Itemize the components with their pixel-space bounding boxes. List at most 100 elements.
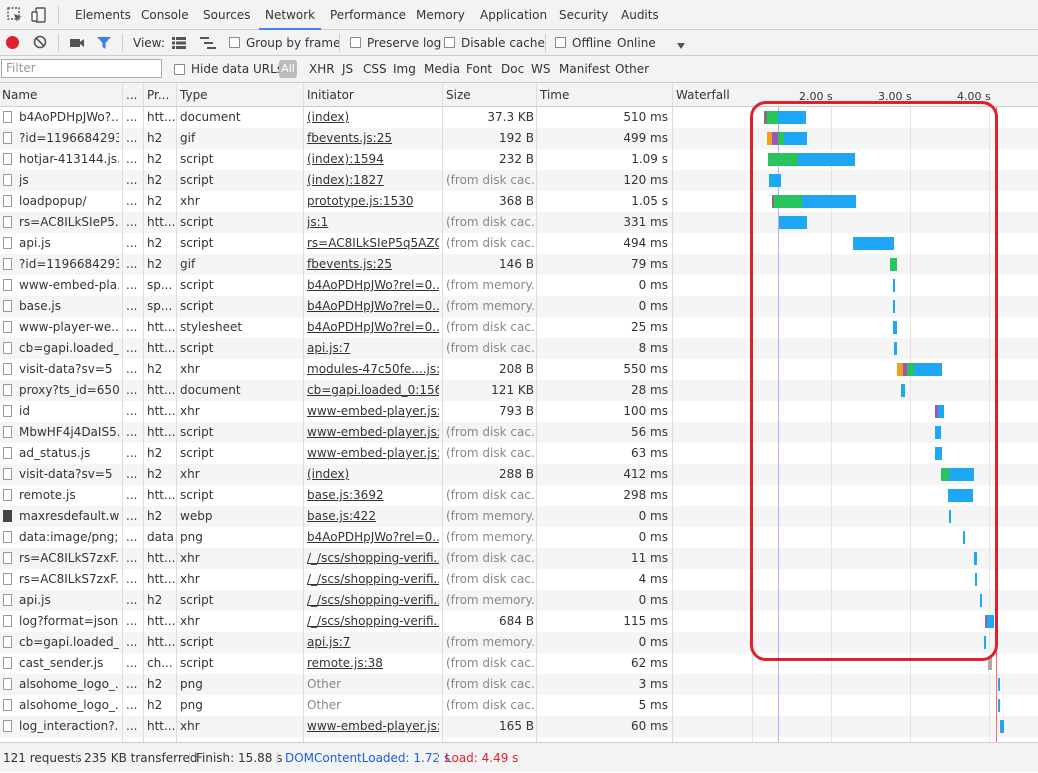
request-initiator[interactable]: b4AoPDHpJWo?rel=0... bbox=[307, 317, 439, 338]
request-initiator[interactable]: /_/scs/shopping-verifi... bbox=[307, 611, 439, 632]
request-initiator[interactable]: js:1 bbox=[307, 212, 439, 233]
tab-console[interactable]: Console bbox=[141, 0, 189, 30]
request-initiator[interactable]: (index) bbox=[307, 464, 439, 485]
request-name[interactable]: visit-data?sv=5 bbox=[19, 359, 119, 380]
tab-audits[interactable]: Audits bbox=[621, 0, 659, 30]
request-initiator[interactable]: api.js:7 bbox=[307, 338, 439, 359]
table-row[interactable]: alsohome_logo_...... h2 png Other (from disk… bbox=[0, 695, 1038, 716]
request-name[interactable]: rs=AC8ILkS7zxF... bbox=[19, 548, 119, 569]
filter-type-media[interactable]: Media bbox=[424, 56, 460, 83]
tab-sources[interactable]: Sources bbox=[203, 0, 250, 30]
request-initiator[interactable]: www-embed-player.js:... bbox=[307, 443, 439, 464]
request-name[interactable]: www-player-we... bbox=[19, 317, 119, 338]
request-initiator[interactable]: b4AoPDHpJWo?rel=0... bbox=[307, 296, 439, 317]
col-type[interactable]: Type bbox=[178, 83, 208, 107]
request-name[interactable]: base.js bbox=[19, 296, 119, 317]
filter-type-ws[interactable]: WS bbox=[531, 56, 550, 83]
table-row[interactable]: alsohome_logo_...... h2 png Other (from disk… bbox=[0, 674, 1038, 695]
waterfall-bar[interactable] bbox=[1000, 720, 1004, 733]
filter-type-font[interactable]: Font bbox=[466, 56, 492, 83]
request-name[interactable]: cb=gapi.loaded_0 bbox=[19, 632, 119, 653]
request-initiator[interactable]: www-embed-player.js:... bbox=[307, 716, 439, 737]
request-initiator[interactable]: modules-47c50fe....js:9 bbox=[307, 359, 439, 380]
request-name[interactable]: alsohome_logo_... bbox=[19, 674, 119, 695]
col-initiator[interactable]: Initiator bbox=[305, 83, 354, 107]
filter-type-img[interactable]: Img bbox=[393, 56, 416, 83]
request-initiator[interactable]: api.js:7 bbox=[307, 632, 439, 653]
waterfall-bar[interactable] bbox=[998, 699, 1000, 712]
filter-type-other[interactable]: Other bbox=[615, 56, 649, 83]
col-waterfall[interactable]: Waterfall bbox=[674, 83, 730, 107]
filter-type-doc[interactable]: Doc bbox=[501, 56, 524, 83]
request-name[interactable]: MbwHF4j4DaIS5... bbox=[19, 422, 119, 443]
request-name[interactable]: hotjar-413144.js... bbox=[19, 149, 119, 170]
chevron-down-icon[interactable] bbox=[676, 39, 686, 53]
request-name[interactable]: id bbox=[19, 401, 119, 422]
request-name[interactable]: data:image/png;... bbox=[19, 527, 119, 548]
request-initiator[interactable]: www-embed-player.js:... bbox=[307, 401, 439, 422]
request-initiator[interactable]: prototype.js:1530 bbox=[307, 191, 439, 212]
device-toolbar-icon[interactable] bbox=[31, 7, 47, 23]
request-initiator[interactable]: b4AoPDHpJWo?rel=0... bbox=[307, 527, 439, 548]
request-name[interactable]: js bbox=[19, 170, 119, 191]
request-name[interactable]: alsohome_logo_... bbox=[19, 695, 119, 716]
col-time[interactable]: Time bbox=[538, 83, 569, 107]
overview-icon[interactable] bbox=[200, 37, 216, 52]
tab-performance[interactable]: Performance bbox=[330, 0, 406, 30]
request-initiator[interactable]: (index):1594 bbox=[307, 149, 439, 170]
inspect-element-icon[interactable] bbox=[7, 7, 23, 23]
tab-security[interactable]: Security bbox=[559, 0, 608, 30]
request-initiator[interactable]: b4AoPDHpJWo?rel=0... bbox=[307, 275, 439, 296]
request-name[interactable]: ad_status.js bbox=[19, 443, 119, 464]
table-row[interactable]: log_interaction?...... htt... xhr www-embed… bbox=[0, 716, 1038, 737]
col-name[interactable]: Name bbox=[0, 83, 37, 107]
request-name[interactable]: www-embed-pla... bbox=[19, 275, 119, 296]
large-rows-icon[interactable] bbox=[172, 37, 186, 52]
request-name[interactable]: ?id=1196684293... bbox=[19, 254, 119, 275]
filter-type-css[interactable]: CSS bbox=[363, 56, 387, 83]
request-name[interactable]: rs=AC8ILkSIeP5... bbox=[19, 212, 119, 233]
throttling-select[interactable]: Online bbox=[617, 30, 656, 56]
tab-elements[interactable]: Elements bbox=[75, 0, 131, 30]
filter-all-button[interactable]: All bbox=[279, 60, 297, 78]
filter-funnel-icon[interactable] bbox=[96, 36, 112, 53]
disable-cache-checkbox[interactable] bbox=[444, 37, 455, 48]
filter-type-manifest[interactable]: Manifest bbox=[559, 56, 610, 83]
request-name[interactable]: b4AoPDHpJWo?... bbox=[19, 107, 119, 128]
col-size[interactable]: Size bbox=[444, 83, 471, 107]
clear-icon[interactable] bbox=[33, 35, 47, 52]
filter-type-xhr[interactable]: XHR bbox=[309, 56, 335, 83]
tab-application[interactable]: Application bbox=[480, 0, 547, 30]
request-name[interactable]: proxy?ts_id=650... bbox=[19, 380, 119, 401]
request-initiator[interactable]: /_/scs/shopping-verifi... bbox=[307, 569, 439, 590]
request-initiator[interactable]: base.js:422 bbox=[307, 506, 439, 527]
waterfall-bar[interactable] bbox=[998, 678, 1000, 691]
request-name[interactable]: ?id=1196684293... bbox=[19, 128, 119, 149]
request-name[interactable]: visit-data?sv=5 bbox=[19, 464, 119, 485]
request-name[interactable]: cb=gapi.loaded_0 bbox=[19, 338, 119, 359]
screenshot-camera-icon[interactable] bbox=[69, 36, 85, 53]
request-initiator[interactable]: /_/scs/shopping-verifi... bbox=[307, 548, 439, 569]
tab-memory[interactable]: Memory bbox=[416, 0, 465, 30]
request-name[interactable]: remote.js bbox=[19, 485, 119, 506]
hide-data-urls-checkbox[interactable] bbox=[174, 64, 185, 75]
filter-type-js[interactable]: JS bbox=[342, 56, 353, 83]
request-initiator[interactable]: base.js:3692 bbox=[307, 485, 439, 506]
request-initiator[interactable]: (index):1827 bbox=[307, 170, 439, 191]
record-icon[interactable] bbox=[6, 36, 19, 49]
offline-checkbox[interactable] bbox=[555, 37, 566, 48]
request-name[interactable]: maxresdefault.w... bbox=[19, 506, 119, 527]
request-initiator[interactable]: fbevents.js:25 bbox=[307, 128, 439, 149]
request-initiator[interactable]: (index) bbox=[307, 107, 439, 128]
request-initiator[interactable]: cb=gapi.loaded_0:156 bbox=[307, 380, 439, 401]
col-dots[interactable]: ... bbox=[124, 83, 137, 107]
col-protocol[interactable]: Pr... bbox=[145, 83, 169, 107]
request-name[interactable]: loadpopup/ bbox=[19, 191, 119, 212]
request-name[interactable]: api.js bbox=[19, 590, 119, 611]
request-name[interactable]: log?format=json bbox=[19, 611, 119, 632]
request-initiator[interactable]: www-embed-player.js:... bbox=[307, 422, 439, 443]
request-initiator[interactable]: /_/scs/shopping-verifi... bbox=[307, 590, 439, 611]
request-name[interactable]: rs=AC8ILkS7zxF... bbox=[19, 569, 119, 590]
request-initiator[interactable]: remote.js:38 bbox=[307, 653, 439, 674]
tab-network[interactable]: Network bbox=[259, 0, 322, 30]
